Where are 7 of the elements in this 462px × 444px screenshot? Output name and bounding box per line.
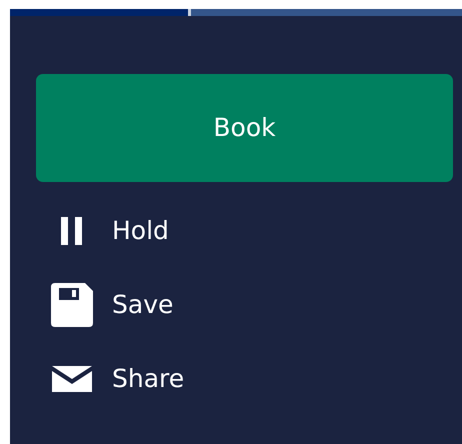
mail-icon	[52, 366, 92, 392]
action-button[interactable]: Share	[50, 354, 462, 404]
action-button[interactable]: Save	[50, 280, 462, 330]
book-button[interactable]: Book	[36, 74, 453, 182]
pause-icon	[61, 217, 83, 245]
action-button[interactable]: Hold	[50, 206, 462, 256]
save-icon	[51, 283, 93, 327]
